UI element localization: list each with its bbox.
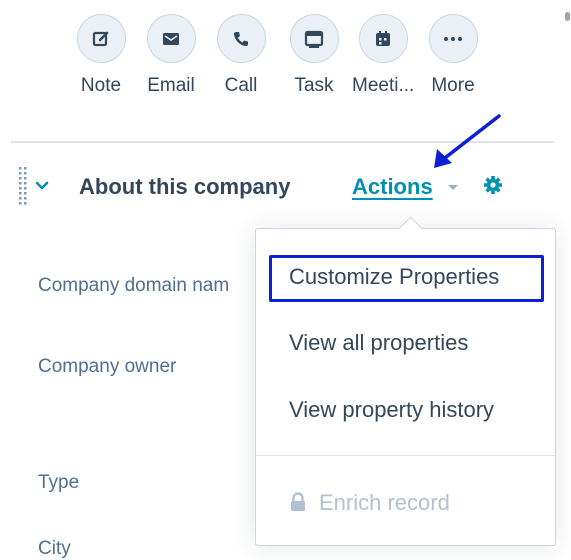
type-label: Type: [38, 472, 80, 493]
caret-down-icon[interactable]: [447, 184, 459, 191]
menu-item-view-property-history[interactable]: View property history: [289, 397, 494, 423]
meeting-label: Meeti...: [352, 75, 415, 96]
annotation-arrow-icon: [434, 114, 501, 168]
scrollbar-thumb[interactable]: [565, 12, 570, 21]
enrich-record-label: Enrich record: [319, 490, 450, 515]
phone-icon: [234, 31, 248, 46]
actions-dropdown-link[interactable]: Actions: [352, 174, 433, 200]
more-button[interactable]: More: [422, 14, 484, 97]
drag-handle-icon[interactable]: [19, 167, 29, 207]
menu-item-enrich-record[interactable]: Enrich record: [289, 490, 450, 516]
note-button[interactable]: Note: [70, 14, 132, 97]
city-label: City: [38, 538, 71, 559]
calendar-icon: [376, 30, 390, 46]
more-dots-icon: [444, 36, 462, 41]
task-label: Task: [294, 75, 334, 96]
email-label: Email: [147, 75, 195, 96]
task-button[interactable]: Task: [283, 14, 345, 97]
lock-icon: [291, 492, 305, 511]
note-label: Note: [80, 75, 122, 96]
chevron-down-icon[interactable]: [35, 181, 49, 191]
email-icon: [163, 32, 179, 45]
more-label: More: [431, 75, 475, 96]
note-edit-icon: [92, 31, 109, 46]
company-owner-label: Company owner: [38, 356, 177, 377]
call-button[interactable]: Call: [210, 14, 272, 97]
meeting-button[interactable]: Meeti...: [352, 14, 414, 97]
menu-item-view-all-properties[interactable]: View all properties: [289, 330, 468, 356]
gear-icon[interactable]: [483, 175, 503, 195]
email-button[interactable]: Email: [140, 14, 202, 97]
menu-separator: [256, 455, 555, 456]
section-title: About this company: [79, 174, 291, 199]
highlight-annotation-box: [269, 255, 544, 302]
company-domain-label: Company domain nam: [38, 275, 230, 296]
task-icon: [304, 30, 324, 48]
call-label: Call: [224, 75, 258, 96]
